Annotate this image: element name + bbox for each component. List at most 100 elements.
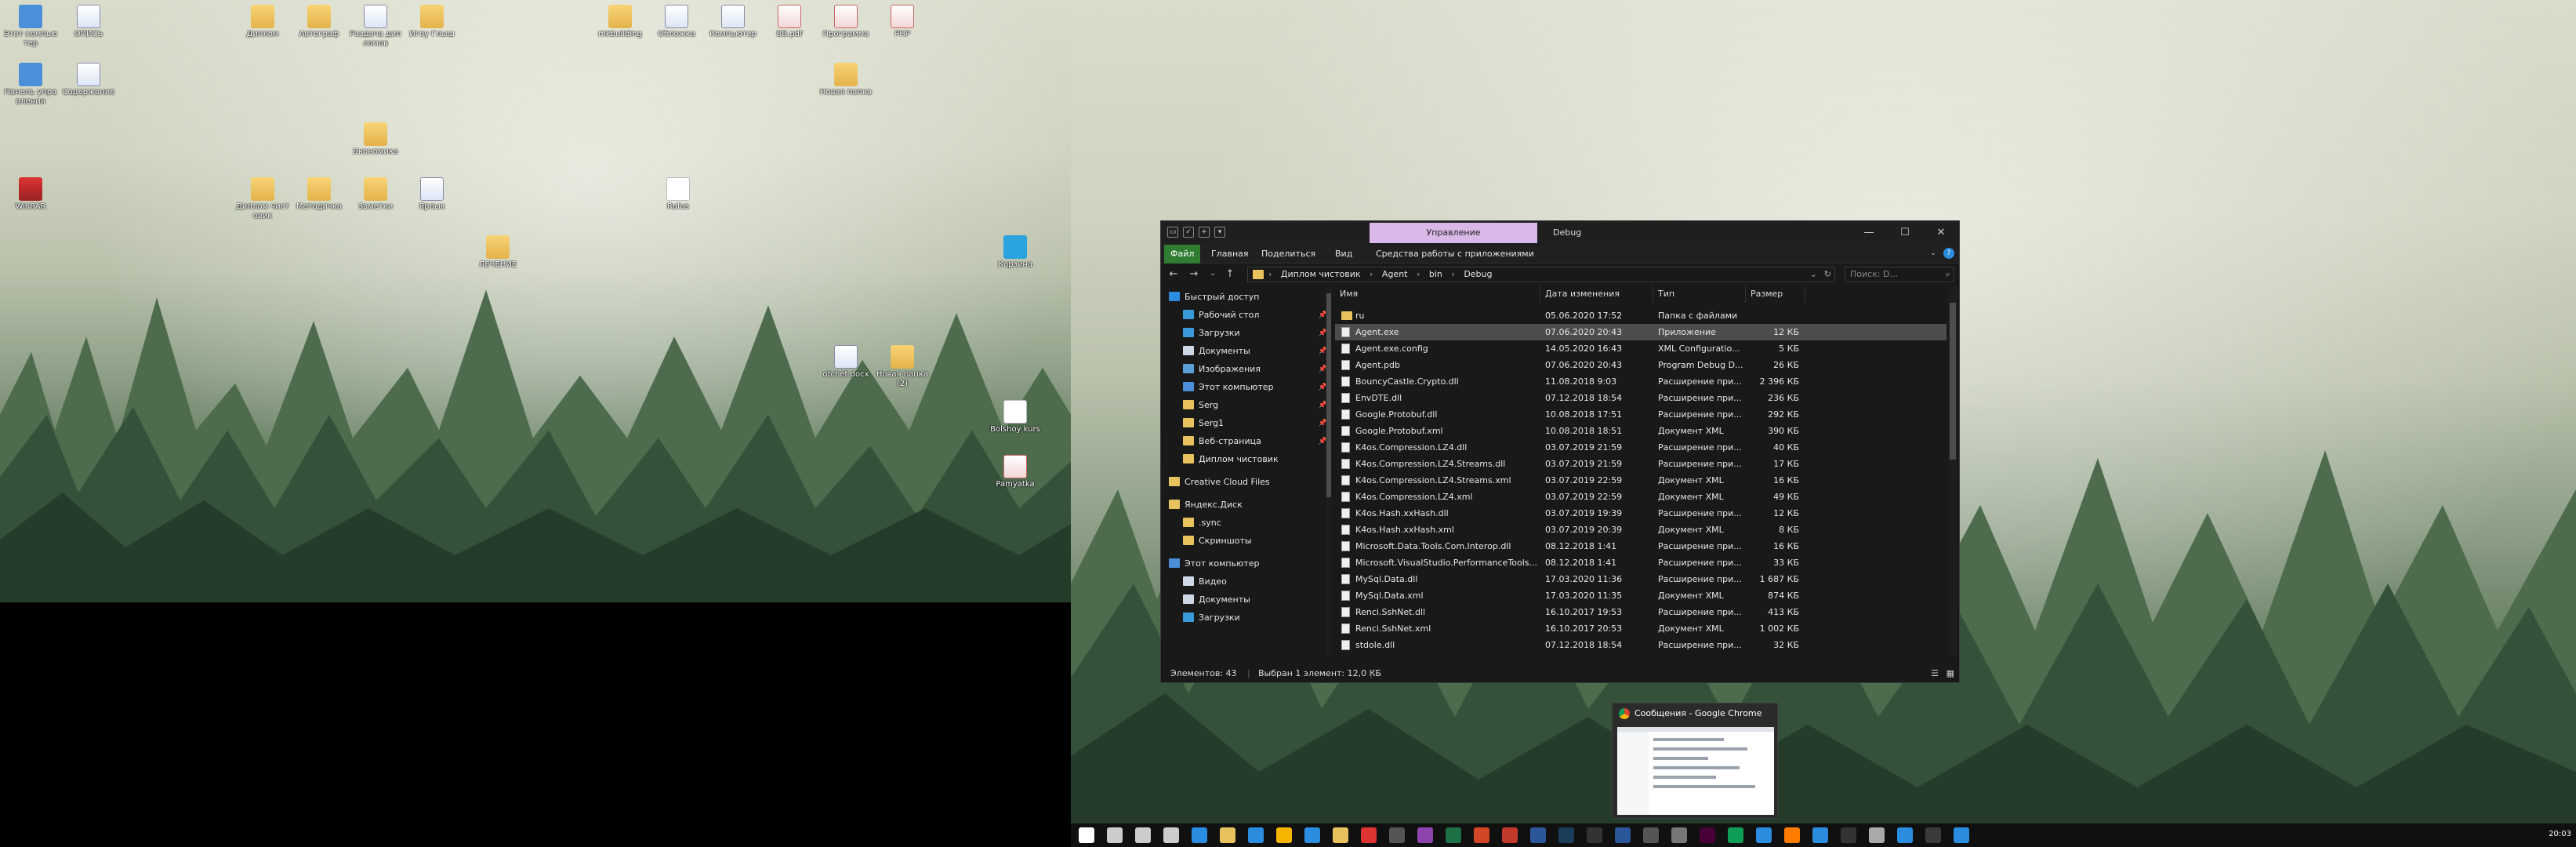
file-icon[interactable] bbox=[1361, 827, 1377, 843]
file-row[interactable]: Renci.SshNet.xml 16.10.2017 20:53 Документ… bbox=[1335, 620, 1947, 637]
breadcrumb-item[interactable]: Диплом чистовик bbox=[1281, 269, 1361, 279]
terminal-icon[interactable] bbox=[1587, 827, 1602, 843]
app-icon[interactable] bbox=[1954, 827, 1969, 843]
chevron-down-icon[interactable]: ⌄ bbox=[1205, 270, 1221, 278]
app-icon[interactable] bbox=[1869, 827, 1885, 843]
tab-home[interactable]: Главная bbox=[1205, 245, 1255, 264]
desktop-icon[interactable]: mkbuilding bbox=[593, 5, 648, 39]
chrome-icon[interactable] bbox=[1728, 827, 1743, 843]
nav-item[interactable]: Документы bbox=[1183, 591, 1332, 609]
desktop-icon[interactable]: Rufus bbox=[651, 177, 706, 212]
chevron-down-icon[interactable]: ⌄ bbox=[1928, 248, 1939, 259]
nav-item[interactable]: Диплом чистовик bbox=[1183, 451, 1332, 468]
app-icon[interactable] bbox=[1671, 827, 1687, 843]
taskbar-preview[interactable]: Сообщения - Google Chrome bbox=[1612, 703, 1778, 819]
nav-item[interactable]: Загрузки 📌 bbox=[1183, 325, 1332, 342]
app-icon[interactable] bbox=[1756, 827, 1772, 843]
desktop-icon[interactable]: Экономика bbox=[348, 122, 403, 157]
file-row[interactable]: K4os.Compression.LZ4.xml 03.07.2019 22:59… bbox=[1335, 489, 1947, 505]
nav-item[interactable]: Загрузки bbox=[1183, 609, 1332, 627]
desktop-icon[interactable]: Раздача дипломов bbox=[348, 5, 403, 49]
tab-view[interactable]: Вид bbox=[1329, 245, 1359, 264]
nav-item[interactable]: Скриншоты bbox=[1183, 533, 1332, 550]
nav-item[interactable]: Рабочий стол 📌 bbox=[1183, 307, 1332, 324]
photoshop-icon[interactable] bbox=[1558, 827, 1574, 843]
nav-item[interactable]: Serg1 📌 bbox=[1183, 415, 1332, 432]
file-row[interactable]: K4os.Hash.xxHash.dll 03.07.2019 19:39 Расш… bbox=[1335, 505, 1947, 522]
column-type[interactable]: Тип bbox=[1653, 285, 1746, 303]
search-input[interactable]: Поиск: D... ⌕ bbox=[1845, 267, 1954, 282]
title-bar[interactable]: ▭ ✓ + ▾ Управление Debug — ☐ ✕ bbox=[1161, 221, 1959, 245]
up-arrow-icon[interactable]: ↑ bbox=[1222, 268, 1238, 280]
nav-item[interactable]: Этот компьютер bbox=[1169, 555, 1332, 573]
nav-item[interactable]: Creative Cloud Files bbox=[1169, 474, 1332, 491]
mail-icon[interactable] bbox=[1304, 827, 1320, 843]
word-icon[interactable] bbox=[1530, 827, 1546, 843]
app-icon[interactable] bbox=[1925, 827, 1941, 843]
tab-share[interactable]: Поделиться bbox=[1255, 245, 1322, 264]
photoshop-icon[interactable] bbox=[1333, 827, 1348, 843]
desktop-icon[interactable]: Автограф bbox=[292, 5, 346, 39]
file-row[interactable]: K4os.Compression.LZ4.dll 03.07.2019 21:59… bbox=[1335, 439, 1947, 456]
desktop-icon[interactable]: Обложка bbox=[649, 5, 704, 39]
nav-item[interactable]: Яндекс.Диск bbox=[1169, 496, 1332, 514]
desktop-icon[interactable]: PHP bbox=[875, 5, 930, 39]
tab-file[interactable]: Файл bbox=[1164, 245, 1201, 264]
new-folder-icon[interactable]: + bbox=[1199, 227, 1210, 238]
desktop-icon[interactable]: Bolshoy kurs bbox=[988, 400, 1043, 434]
store-icon[interactable] bbox=[1192, 827, 1207, 843]
desktop-icon[interactable]: Игоу Глыш bbox=[405, 5, 459, 39]
file-row[interactable]: K4os.Compression.LZ4.Streams.xml 03.07.20… bbox=[1335, 472, 1947, 489]
edge-icon[interactable] bbox=[1248, 827, 1264, 843]
nav-item[interactable]: Документы 📌 bbox=[1183, 343, 1332, 360]
refresh-icon[interactable]: ↻ bbox=[1824, 267, 1831, 282]
contextual-tab-manage[interactable]: Управление bbox=[1370, 223, 1537, 243]
back-arrow-icon[interactable]: ← bbox=[1166, 268, 1181, 280]
file-row[interactable]: Google.Protobuf.dll 10.08.2018 17:51 Расши… bbox=[1335, 406, 1947, 423]
customize-icon[interactable]: ▾ bbox=[1214, 227, 1225, 238]
scroll-thumb[interactable] bbox=[1950, 303, 1956, 460]
preview-thumbnail[interactable] bbox=[1617, 727, 1774, 815]
desktop-icon[interactable]: Ярлык bbox=[405, 177, 459, 212]
desktop-icon[interactable]: Pamyatka bbox=[988, 455, 1043, 489]
acrobat-icon[interactable] bbox=[1502, 827, 1518, 843]
properties-icon[interactable]: ✓ bbox=[1183, 227, 1194, 238]
file-row[interactable]: K4os.Hash.xxHash.xml 03.07.2019 20:39 Доку… bbox=[1335, 522, 1947, 538]
desktop-icon[interactable]: Содержание bbox=[61, 63, 116, 97]
file-row[interactable]: Agent.exe 07.06.2020 20:43 Приложение 12 КБ bbox=[1335, 324, 1947, 340]
nav-scrollbar[interactable] bbox=[1326, 285, 1332, 656]
file-row[interactable]: Microsoft.VisualStudio.PerformanceTools.… bbox=[1335, 554, 1947, 571]
desktop-icon[interactable]: Диплом bbox=[235, 5, 290, 39]
file-row[interactable]: BouncyCastle.Crypto.dll 11.08.2018 9:03 Ра… bbox=[1335, 373, 1947, 390]
file-row[interactable]: K4os.Compression.LZ4.Streams.dll 03.07.20… bbox=[1335, 456, 1947, 472]
tab-application-tools[interactable]: Средства работы с приложениями bbox=[1370, 245, 1540, 264]
app-icon[interactable] bbox=[1812, 827, 1828, 843]
app-icon[interactable] bbox=[1389, 827, 1405, 843]
clock[interactable]: 20:03 bbox=[2549, 830, 2571, 838]
breadcrumb-item[interactable]: bin bbox=[1429, 269, 1442, 279]
desktop-icon[interactable]: Программа bbox=[818, 5, 873, 39]
desktop-icon[interactable]: Диплом чистовик bbox=[235, 177, 290, 221]
maximize-button[interactable]: ☐ bbox=[1887, 221, 1923, 245]
chevron-down-icon[interactable]: ⌄ bbox=[1810, 267, 1817, 282]
desktop-icon[interactable]: Заметки bbox=[348, 177, 403, 212]
desktop-icon[interactable]: Методичка bbox=[292, 177, 346, 212]
search-icon[interactable] bbox=[1107, 827, 1123, 843]
start-icon[interactable] bbox=[1079, 827, 1094, 843]
desktop-icon[interactable]: Панель управления bbox=[3, 63, 58, 107]
nav-item[interactable]: Веб-страница 📌 bbox=[1183, 433, 1332, 450]
settings-icon[interactable] bbox=[1163, 827, 1179, 843]
column-date[interactable]: Дата изменения bbox=[1540, 285, 1653, 303]
close-button[interactable]: ✕ bbox=[1923, 221, 1959, 245]
desktop-icon[interactable]: ЛЕЧЕНИЕ bbox=[470, 235, 525, 270]
nav-item[interactable]: Быстрый доступ bbox=[1169, 289, 1332, 306]
column-name[interactable]: Имя bbox=[1335, 285, 1540, 303]
desktop-icon[interactable]: otchet.docx bbox=[818, 345, 873, 380]
file-row[interactable]: EnvDTE.dll 07.12.2018 18:54 Расширение при… bbox=[1335, 390, 1947, 406]
nav-item[interactable]: .sync bbox=[1183, 514, 1332, 532]
desktop-icon[interactable]: ОПИСЬ bbox=[61, 5, 116, 39]
column-size[interactable]: Размер bbox=[1746, 285, 1805, 303]
desktop-icon[interactable]: Компьютер bbox=[706, 5, 760, 39]
illustrator-icon[interactable] bbox=[1784, 827, 1800, 843]
nav-item[interactable]: Изображения 📌 bbox=[1183, 361, 1332, 378]
